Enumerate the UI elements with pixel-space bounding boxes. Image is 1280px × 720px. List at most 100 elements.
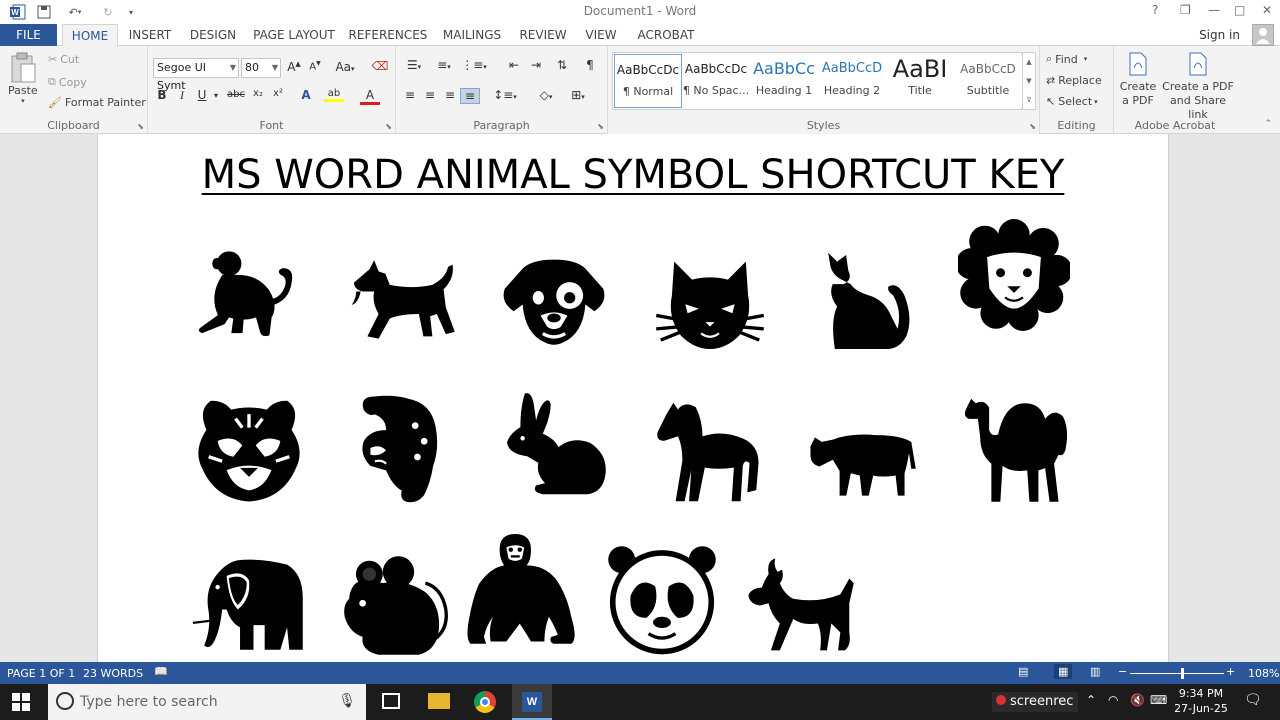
cut-button[interactable]: ✂ Cut bbox=[48, 53, 79, 66]
style-title[interactable]: AaBI Title bbox=[886, 54, 954, 108]
taskbar-search-box[interactable]: Type here to search 🎙 bbox=[48, 684, 366, 720]
sign-in-link[interactable]: Sign in bbox=[1199, 28, 1240, 42]
minimize-button[interactable]: — bbox=[1208, 3, 1220, 17]
decrease-indent-icon[interactable]: ⇤ bbox=[504, 58, 524, 72]
collapse-ribbon-icon[interactable]: ⌃ bbox=[1264, 119, 1272, 129]
paragraph-dialog-launcher-icon[interactable]: ⬊ bbox=[597, 122, 604, 131]
copy-button[interactable]: ⧉ Copy bbox=[48, 75, 87, 89]
read-mode-icon[interactable]: ▤ bbox=[1018, 665, 1028, 678]
font-dialog-launcher-icon[interactable]: ⬊ bbox=[385, 122, 392, 131]
multilevel-list-icon[interactable]: ⋮≡▾ bbox=[460, 58, 488, 72]
notification-icon[interactable]: 🗨 bbox=[1244, 692, 1262, 708]
grow-font-button[interactable]: A▲ bbox=[284, 60, 304, 74]
bullets-icon[interactable]: ☰▾ bbox=[400, 58, 428, 72]
increase-indent-icon[interactable]: ⇥ bbox=[526, 58, 546, 72]
tab-review[interactable]: REVIEW bbox=[514, 24, 572, 46]
close-button[interactable]: ✕ bbox=[1262, 3, 1272, 17]
zoom-slider-thumb[interactable] bbox=[1180, 668, 1184, 679]
bold-button[interactable]: B bbox=[152, 88, 172, 102]
styles-gallery-scroll[interactable]: ▲ ▼ ⊽ bbox=[1022, 52, 1036, 110]
clear-formatting-icon[interactable]: ⌫ bbox=[370, 59, 390, 73]
maximize-button[interactable]: □ bbox=[1234, 3, 1245, 17]
word-taskbar-icon[interactable]: W bbox=[512, 684, 552, 720]
tab-references[interactable]: REFERENCES bbox=[346, 24, 430, 46]
document-heading: MS WORD ANIMAL SYMBOL SHORTCUT KEY bbox=[201, 152, 1065, 198]
align-center-icon[interactable]: ≡ bbox=[420, 88, 440, 102]
paintbrush-icon: 🖌 bbox=[48, 96, 62, 109]
tab-view[interactable]: VIEW bbox=[580, 24, 622, 46]
page-count-status[interactable]: PAGE 1 OF 1 bbox=[7, 667, 75, 680]
chrome-icon[interactable] bbox=[474, 691, 496, 713]
create-pdf-button[interactable]: Create a PDF bbox=[1118, 52, 1158, 108]
align-left-icon[interactable]: ≡ bbox=[400, 88, 420, 102]
clock[interactable]: 9:34 PM 27-Jun-25 bbox=[1170, 686, 1232, 716]
ribbon-display-options-button[interactable]: ❐ bbox=[1180, 3, 1191, 17]
subscript-button[interactable]: x₂ bbox=[248, 88, 268, 99]
proofing-icon[interactable]: 📖 bbox=[154, 665, 168, 678]
chevron-down-icon[interactable]: ▼ bbox=[230, 59, 236, 77]
tab-file[interactable]: FILE bbox=[0, 24, 57, 46]
justify-icon[interactable]: ≡ bbox=[460, 88, 480, 104]
microphone-icon[interactable]: 🎙 bbox=[338, 693, 356, 709]
font-color-button[interactable]: A bbox=[360, 88, 380, 105]
clipboard-dialog-launcher-icon[interactable]: ⬊ bbox=[137, 122, 144, 131]
zoom-slider[interactable] bbox=[1130, 673, 1224, 674]
tab-insert[interactable]: INSERT bbox=[122, 24, 178, 46]
chevron-down-icon[interactable]: ▼ bbox=[272, 59, 278, 77]
font-size-combobox[interactable]: 80 ▼ bbox=[241, 58, 281, 78]
chevron-up-icon[interactable]: ⌃ bbox=[1086, 693, 1096, 707]
screenrec-badge[interactable]: screenrec bbox=[992, 692, 1078, 712]
line-spacing-icon[interactable]: ↕≡▾ bbox=[490, 88, 520, 102]
volume-mute-icon[interactable]: 🔇 bbox=[1130, 693, 1145, 707]
help-button[interactable]: ? bbox=[1152, 3, 1158, 17]
style-heading-1[interactable]: AaBbCc Heading 1 bbox=[750, 54, 818, 108]
cat-icon bbox=[808, 246, 920, 358]
avatar[interactable] bbox=[1252, 24, 1274, 46]
chevron-down-icon[interactable]: ▾ bbox=[206, 91, 226, 100]
paste-button[interactable]: Paste ▾ bbox=[8, 52, 38, 105]
tab-page-layout[interactable]: PAGE LAYOUT bbox=[250, 24, 338, 46]
wifi-icon[interactable]: ◠ bbox=[1108, 693, 1118, 707]
zoom-out-icon[interactable]: − bbox=[1118, 665, 1127, 678]
highlight-color-button[interactable]: ab bbox=[324, 88, 344, 102]
zoom-in-icon[interactable]: + bbox=[1226, 665, 1235, 678]
strikethrough-button[interactable]: abc bbox=[224, 89, 248, 100]
style-name: Heading 2 bbox=[823, 84, 881, 97]
keyboard-icon[interactable]: ⌨ bbox=[1150, 693, 1167, 707]
replace-button[interactable]: ⇄ Replace bbox=[1046, 74, 1102, 87]
task-view-icon[interactable] bbox=[382, 693, 400, 709]
superscript-button[interactable]: x² bbox=[268, 88, 288, 99]
tab-mailings[interactable]: MAILINGS bbox=[438, 24, 506, 46]
find-button[interactable]: ⌕ Find ▾ bbox=[1046, 52, 1087, 66]
web-layout-icon[interactable]: ▥ bbox=[1090, 665, 1100, 678]
borders-icon[interactable]: ⊞▾ bbox=[564, 88, 592, 102]
align-right-icon[interactable]: ≡ bbox=[440, 88, 460, 102]
italic-button[interactable]: I bbox=[172, 88, 192, 103]
select-button[interactable]: ↖ Select ▾ bbox=[1046, 95, 1098, 108]
style-normal[interactable]: AaBbCcDc ¶ Normal bbox=[614, 54, 682, 108]
style-no-spacing[interactable]: AaBbCcDc ¶ No Spac... bbox=[682, 54, 750, 108]
print-layout-icon[interactable]: ▦ bbox=[1054, 664, 1073, 679]
zoom-percent[interactable]: 108% bbox=[1248, 667, 1279, 680]
windows-start-icon[interactable] bbox=[12, 693, 30, 714]
sort-icon[interactable]: ⇅ bbox=[552, 58, 572, 72]
numbering-icon[interactable]: ≡▾ bbox=[430, 58, 458, 72]
tab-design[interactable]: DESIGN bbox=[184, 24, 242, 46]
shrink-font-button[interactable]: A▼ bbox=[305, 60, 325, 72]
format-painter-button[interactable]: 🖌 Format Painter bbox=[48, 96, 146, 109]
change-case-button[interactable]: Aa▾ bbox=[332, 60, 358, 74]
tab-home[interactable]: HOME bbox=[62, 24, 118, 47]
file-explorer-icon[interactable] bbox=[428, 693, 450, 709]
word-count-status[interactable]: 23 WORDS bbox=[83, 667, 143, 680]
tiger-face-icon bbox=[193, 394, 305, 506]
text-effects-button[interactable]: A bbox=[296, 88, 316, 102]
tab-acrobat[interactable]: ACROBAT bbox=[630, 24, 702, 46]
font-name-combobox[interactable]: Segoe UI Symt ▼ bbox=[153, 58, 239, 92]
shading-icon[interactable]: ◇▾ bbox=[532, 88, 560, 102]
document-page[interactable]: MS WORD ANIMAL SYMBOL SHORTCUT KEY bbox=[97, 134, 1169, 662]
style-heading-2[interactable]: AaBbCcD Heading 2 bbox=[818, 54, 886, 108]
styles-dialog-launcher-icon[interactable]: ⬊ bbox=[1029, 122, 1036, 131]
style-subtitle[interactable]: AaBbCcD Subtitle bbox=[954, 54, 1022, 108]
create-pdf-share-button[interactable]: Create a PDF and Share link bbox=[1160, 52, 1236, 122]
show-formatting-marks-icon[interactable]: ¶ bbox=[580, 58, 600, 72]
